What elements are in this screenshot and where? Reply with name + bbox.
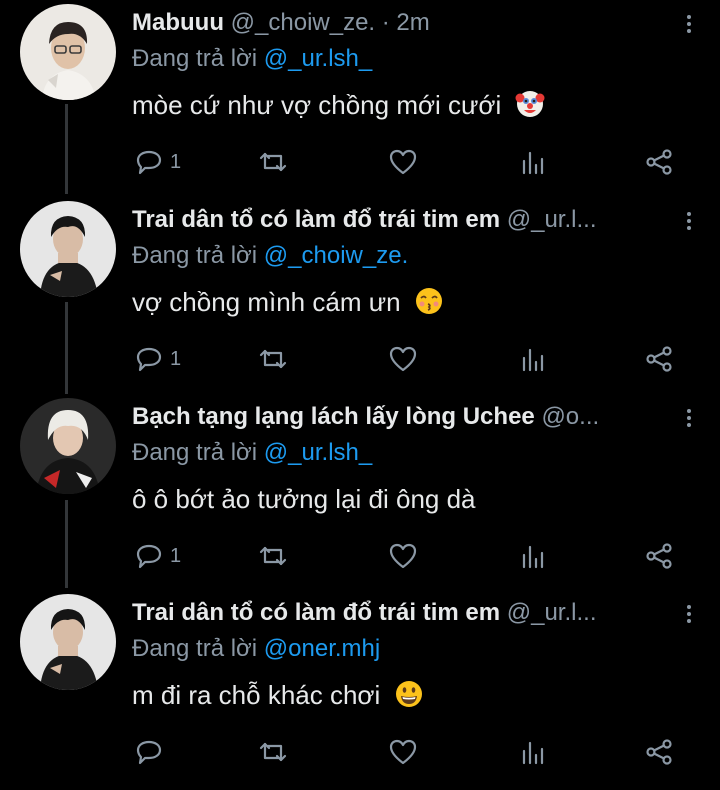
display-name[interactable]: Trai dân tổ có làm đổ trái tim em — [132, 206, 500, 233]
retweet-button[interactable] — [258, 536, 288, 576]
reply-count: 1 — [170, 544, 182, 567]
reply-icon — [136, 740, 162, 765]
tweet-text: m đi ra chỗ khác chơi — [132, 678, 424, 712]
clown-face-emoji — [515, 91, 544, 117]
tweet-actions: 1 — [0, 536, 720, 576]
reply-icon — [136, 544, 162, 569]
reply-mention-link[interactable]: @_choiw_ze. — [264, 242, 408, 269]
avatar[interactable] — [20, 594, 116, 690]
analytics-button[interactable] — [518, 142, 548, 182]
reply-mention-link[interactable]: @_ur.lsh_ — [264, 45, 372, 72]
like-icon — [389, 149, 417, 175]
timestamp: · 2m — [381, 9, 430, 36]
reply-count: 1 — [170, 150, 182, 173]
analytics-icon — [522, 348, 544, 372]
like-icon — [389, 739, 417, 765]
tweet-actions — [0, 732, 720, 772]
analytics-icon — [522, 545, 544, 569]
replying-to-label: Đang trả lời — [132, 439, 258, 466]
avatar[interactable] — [20, 4, 116, 100]
tweet-text: ô ô bớt ảo tưởng lại đi ông dà — [132, 482, 476, 516]
replying-to: Đang trả lời @_ur.lsh_ — [132, 44, 372, 74]
like-button[interactable] — [388, 536, 418, 576]
avatar[interactable] — [20, 398, 116, 494]
user-handle[interactable]: @_ur.l... — [507, 599, 597, 626]
like-icon — [389, 543, 417, 569]
share-button[interactable] — [644, 339, 674, 379]
retweet-icon — [259, 546, 287, 566]
grinning-face-emoji — [395, 681, 422, 707]
replying-to: Đang trả lời @_ur.lsh_ — [132, 438, 372, 468]
tweet[interactable]: Mabuuu @_choiw_ze. · 2m Đang trả lời @_u… — [0, 4, 720, 200]
reply-icon — [136, 347, 162, 372]
replying-to: Đang trả lời @oner.mhj — [132, 634, 380, 664]
reply-button[interactable]: 1 — [134, 536, 181, 576]
replying-to-label: Đang trả lời — [132, 242, 258, 269]
share-icon — [646, 739, 672, 765]
analytics-icon — [522, 741, 544, 765]
more-icon[interactable] — [682, 12, 696, 36]
share-button[interactable] — [644, 536, 674, 576]
user-handle[interactable]: @_ur.l... — [507, 206, 597, 233]
user-handle[interactable]: @_choiw_ze. — [231, 9, 375, 36]
tweet-text: mòe cứ như vợ chồng mới cưới — [132, 88, 545, 122]
analytics-button[interactable] — [518, 339, 548, 379]
like-icon — [389, 346, 417, 372]
more-icon[interactable] — [682, 209, 696, 233]
more-icon[interactable] — [682, 406, 696, 430]
tweet[interactable]: Trai dân tổ có làm đổ trái tim em @_ur.l… — [0, 594, 720, 790]
user-avatar-icon — [20, 398, 116, 494]
tweet[interactable]: Trai dân tổ có làm đổ trái tim em @_ur.l… — [0, 201, 720, 397]
replying-to-label: Đang trả lời — [132, 635, 258, 662]
share-icon — [646, 543, 672, 569]
share-icon — [646, 149, 672, 175]
kissing-face-emoji — [415, 288, 442, 314]
tweet-header: Trai dân tổ có làm đổ trái tim em @_ur.l… — [132, 205, 660, 235]
user-avatar-icon — [20, 4, 116, 100]
avatar[interactable] — [20, 201, 116, 297]
reply-mention-link[interactable]: @_ur.lsh_ — [264, 439, 372, 466]
tweet-header: Trai dân tổ có làm đổ trái tim em @_ur.l… — [132, 598, 660, 628]
analytics-icon — [522, 151, 544, 175]
replying-to-label: Đang trả lời — [132, 45, 258, 72]
tweet-header: Bạch tạng lạng lách lấy lòng Uchee @o... — [132, 402, 660, 432]
reply-count: 1 — [170, 347, 182, 370]
tweet-text-content: vợ chồng mình cám ưn — [132, 287, 401, 317]
retweet-icon — [259, 349, 287, 369]
user-handle[interactable]: @o... — [541, 403, 599, 430]
like-button[interactable] — [388, 732, 418, 772]
analytics-button[interactable] — [518, 732, 548, 772]
replying-to: Đang trả lời @_choiw_ze. — [132, 241, 408, 271]
tweet-actions: 1 — [0, 339, 720, 379]
display-name[interactable]: Bạch tạng lạng lách lấy lòng Uchee — [132, 403, 535, 430]
reply-mention-link[interactable]: @oner.mhj — [264, 635, 380, 662]
retweet-button[interactable] — [258, 339, 288, 379]
tweet-actions: 1 — [0, 142, 720, 182]
reply-button[interactable]: 1 — [134, 142, 181, 182]
analytics-button[interactable] — [518, 536, 548, 576]
reply-button[interactable]: 1 — [134, 339, 181, 379]
share-button[interactable] — [644, 732, 674, 772]
retweet-button[interactable] — [258, 142, 288, 182]
display-name[interactable]: Mabuuu — [132, 9, 224, 36]
tweet-text: vợ chồng mình cám ưn — [132, 285, 444, 319]
user-avatar-icon — [20, 594, 116, 690]
like-button[interactable] — [388, 339, 418, 379]
tweet[interactable]: Bạch tạng lạng lách lấy lòng Uchee @o...… — [0, 398, 720, 594]
share-button[interactable] — [644, 142, 674, 182]
retweet-icon — [259, 742, 287, 762]
retweet-icon — [259, 152, 287, 172]
like-button[interactable] — [388, 142, 418, 182]
share-icon — [646, 346, 672, 372]
reply-icon — [136, 150, 162, 175]
more-icon[interactable] — [682, 602, 696, 626]
tweet-header: Mabuuu @_choiw_ze. · 2m — [132, 8, 660, 38]
tweet-text-content: m đi ra chỗ khác chơi — [132, 680, 381, 710]
retweet-button[interactable] — [258, 732, 288, 772]
tweet-text-content: mòe cứ như vợ chồng mới cưới — [132, 90, 502, 120]
tweet-text-content: ô ô bớt ảo tưởng lại đi ông dà — [132, 484, 476, 514]
reply-button[interactable] — [134, 732, 170, 772]
user-avatar-icon — [20, 201, 116, 297]
display-name[interactable]: Trai dân tổ có làm đổ trái tim em — [132, 599, 500, 626]
